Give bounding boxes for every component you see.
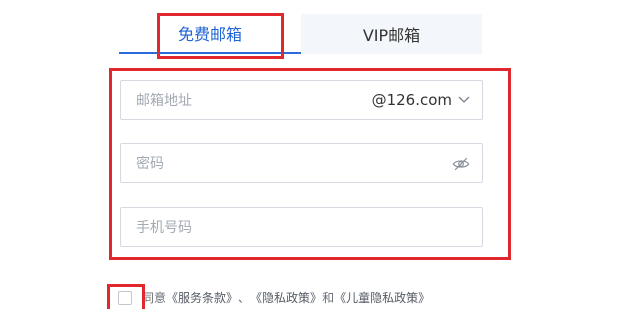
password-field[interactable]: 密码: [120, 143, 483, 183]
agreement-and: 和: [322, 291, 335, 305]
eye-off-icon[interactable]: [452, 155, 470, 173]
tab-free-mailbox-label: 免费邮箱: [177, 25, 242, 44]
chevron-down-icon: [458, 96, 470, 103]
domain-select[interactable]: @126.com: [372, 91, 470, 109]
agreement-separator: 、: [238, 291, 251, 305]
terms-of-service-link[interactable]: 《服务条款》: [166, 289, 238, 306]
password-placeholder: 密码: [136, 156, 164, 172]
agreement-row: 同意 《服务条款》 、 《隐私政策》 和 《儿童隐私政策》: [118, 289, 430, 306]
agreement-checkbox[interactable]: [118, 290, 132, 305]
email-address-placeholder: 邮箱地址: [136, 93, 192, 109]
tab-vip-mailbox-label: VIP邮箱: [362, 26, 421, 45]
child-privacy-policy-link[interactable]: 《儿童隐私政策》: [334, 289, 430, 306]
email-address-field[interactable]: 邮箱地址 @126.com: [120, 80, 483, 120]
tab-vip-mailbox[interactable]: VIP邮箱: [301, 14, 482, 54]
phone-number-field[interactable]: 手机号码: [120, 207, 483, 247]
tab-free-mailbox[interactable]: 免费邮箱: [119, 14, 301, 54]
phone-number-placeholder: 手机号码: [136, 220, 192, 236]
domain-select-value: @126.com: [371, 91, 452, 109]
register-form-page: 免费邮箱 VIP邮箱 邮箱地址 @126.com 密码 手机号码 同意 《服务条…: [0, 0, 620, 309]
privacy-policy-link[interactable]: 《隐私政策》: [250, 289, 322, 306]
agreement-prefix: 同意: [142, 291, 167, 305]
